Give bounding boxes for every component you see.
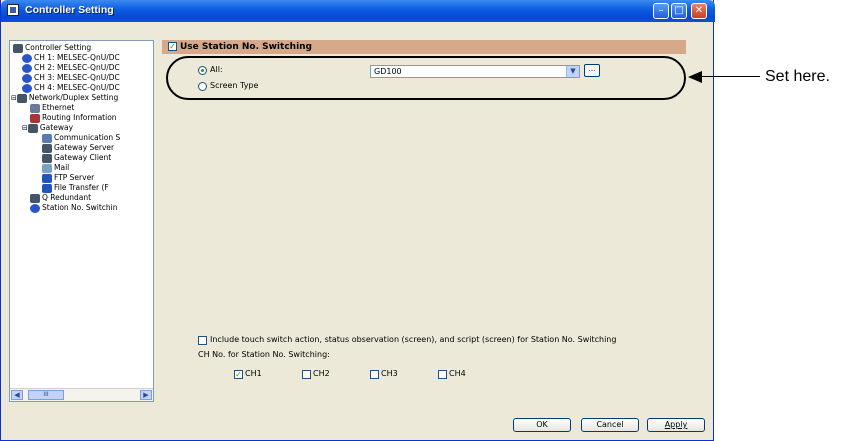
include-touch-switch-label: Include touch switch action, status obse… <box>210 335 617 344</box>
settings-tree[interactable]: Controller Setting CH 1: MELSEC-QnU/DC C… <box>9 40 154 402</box>
ch1-label: CH1 <box>245 369 262 378</box>
set-here-annotation: Set here. <box>765 68 830 85</box>
minimize-icon: – <box>658 5 664 16</box>
station-icon <box>30 203 40 213</box>
app-icon <box>7 4 19 16</box>
ch-no-label: CH No. for Station No. Switching: <box>198 350 330 359</box>
redundant-icon <box>30 193 40 203</box>
tree-item-ethernet[interactable]: Ethernet <box>30 103 74 113</box>
highlight-oval <box>166 56 686 100</box>
tree-item-ch3[interactable]: CH 3: MELSEC-QnU/DC <box>22 73 120 83</box>
ch3-label: CH3 <box>381 369 398 378</box>
chevron-left-icon: ◀ <box>14 391 20 399</box>
tree-horizontal-scrollbar[interactable]: ◀ III ▶ <box>10 388 153 401</box>
tree-item-q-redundant[interactable]: Q Redundant <box>30 193 91 203</box>
cancel-button[interactable]: Cancel <box>581 418 639 432</box>
ch2-checkbox[interactable] <box>302 370 311 379</box>
window-title: Controller Setting <box>25 4 114 16</box>
tree-item-ch2[interactable]: CH 2: MELSEC-QnU/DC <box>22 63 120 73</box>
tree-item-gateway[interactable]: ⊟ Gateway <box>22 123 73 133</box>
tree-item-routing[interactable]: Routing Information <box>30 113 117 123</box>
include-touch-switch-checkbox[interactable] <box>198 336 207 345</box>
tree-item-ftp-server[interactable]: FTP Server <box>42 173 94 183</box>
tree-item-controller-setting[interactable]: Controller Setting <box>13 43 91 53</box>
maximize-button[interactable]: □ <box>671 3 687 19</box>
client-icon <box>42 153 52 163</box>
close-button[interactable]: ✕ <box>691 3 707 19</box>
section-header: ✓ Use Station No. Switching <box>162 40 686 54</box>
ch1-checkbox[interactable]: ✓ <box>234 370 243 379</box>
server-icon <box>42 143 52 153</box>
scroll-thumb[interactable]: III <box>28 390 64 400</box>
ethernet-icon <box>30 103 40 113</box>
tree-item-station-no-switching[interactable]: Station No. Switchin <box>30 203 118 213</box>
tree-item-gateway-server[interactable]: Gateway Server <box>42 143 114 153</box>
title-bar[interactable]: Controller Setting – □ ✕ <box>1 0 715 22</box>
ch2-label: CH2 <box>313 369 330 378</box>
scroll-right-button[interactable]: ▶ <box>140 390 152 400</box>
tree-item-ch1[interactable]: CH 1: MELSEC-QnU/DC <box>22 53 120 63</box>
ch4-label: CH4 <box>449 369 466 378</box>
tree-item-file-transfer[interactable]: File Transfer (F <box>42 183 109 193</box>
channel-icon <box>22 63 32 73</box>
routing-icon <box>30 113 40 123</box>
mail-icon <box>42 163 52 173</box>
tree-item-mail[interactable]: Mail <box>42 163 69 173</box>
ch3-checkbox[interactable] <box>370 370 379 379</box>
apply-button[interactable]: Apply <box>647 418 705 432</box>
maximize-icon: □ <box>674 5 684 16</box>
chevron-right-icon: ▶ <box>143 391 149 399</box>
arrow-head <box>688 71 702 83</box>
channel-icon <box>22 73 32 83</box>
network-icon <box>16 93 27 103</box>
minimize-button[interactable]: – <box>653 3 669 19</box>
tree-item-communication[interactable]: Communication S <box>42 133 120 143</box>
use-station-switching-checkbox[interactable]: ✓ <box>168 42 177 51</box>
ok-button[interactable]: OK <box>513 418 571 432</box>
arrow-line <box>700 76 760 77</box>
tree-item-ch4[interactable]: CH 4: MELSEC-QnU/DC <box>22 83 120 93</box>
channel-icon <box>22 53 32 63</box>
controller-icon <box>13 43 23 53</box>
close-icon: ✕ <box>694 5 704 16</box>
ch4-checkbox[interactable] <box>438 370 447 379</box>
file-transfer-icon <box>42 183 52 193</box>
use-station-switching-label: Use Station No. Switching <box>180 42 312 52</box>
collapse-icon: ⊟ <box>11 94 17 102</box>
scroll-left-button[interactable]: ◀ <box>11 390 23 400</box>
communication-icon <box>42 133 52 143</box>
tree-item-network-duplex[interactable]: ⊟ Network/Duplex Setting <box>11 93 118 103</box>
gateway-icon <box>27 123 38 133</box>
collapse-icon: ⊟ <box>22 124 28 132</box>
channel-icon <box>22 83 32 93</box>
tree-item-gateway-client[interactable]: Gateway Client <box>42 153 111 163</box>
ftp-icon <box>42 173 52 183</box>
